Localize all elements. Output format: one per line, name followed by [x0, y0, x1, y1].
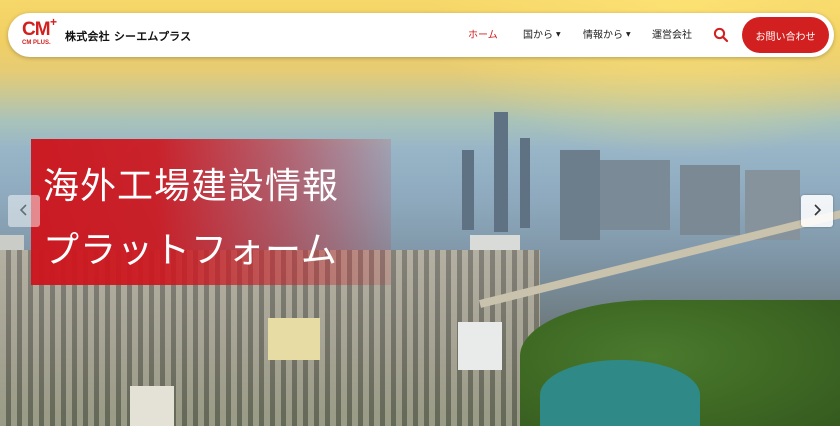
- contact-button-label: お問い合わせ: [755, 31, 816, 43]
- company-name[interactable]: 株式会社 シーエムプラス: [65, 28, 191, 44]
- logo-subtext: CM PLUS.: [22, 40, 51, 46]
- nav-by-info-label: 情報から: [583, 30, 623, 41]
- nav-home[interactable]: ホーム: [468, 26, 498, 41]
- skyline-tower: [680, 165, 740, 235]
- chevron-left-icon: [18, 202, 30, 221]
- carousel-next-button[interactable]: [801, 195, 833, 227]
- skyline-tower: [130, 386, 174, 426]
- skyline-tower: [520, 138, 530, 228]
- nav-operating-company-label: 運営会社: [652, 30, 692, 41]
- hero-title-banner: 海外工場建設情報 プラットフォーム: [31, 139, 391, 285]
- nav-by-country-label: 国から: [523, 30, 553, 41]
- lake: [540, 360, 700, 426]
- logo-plus: +: [50, 15, 58, 29]
- caret-down-icon: ▼: [556, 31, 561, 38]
- skyline-tower: [268, 318, 320, 360]
- skyline-tower: [600, 160, 670, 230]
- nav-by-info[interactable]: 情報から ▼: [583, 26, 631, 41]
- site-header: CM + CM PLUS. 株式会社 シーエムプラス ホーム 国から ▼ 情報から…: [8, 13, 834, 57]
- skyline-tower: [560, 150, 600, 240]
- logo-mark: CM: [22, 19, 51, 40]
- nav-home-label: ホーム: [468, 30, 498, 41]
- skyline-tower: [462, 150, 474, 230]
- hero-title-line-2: プラットフォーム: [43, 230, 338, 271]
- contact-button[interactable]: お問い合わせ: [742, 17, 829, 53]
- chevron-right-icon: [811, 202, 823, 221]
- cm-plus-logo[interactable]: CM + CM PLUS.: [22, 15, 58, 51]
- nav-operating-company[interactable]: 運営会社: [652, 26, 692, 41]
- caret-down-icon: ▼: [626, 31, 631, 38]
- skyline-tower: [494, 112, 508, 232]
- hero-title-line-1: 海外工場建設情報: [43, 166, 340, 207]
- carousel-prev-button[interactable]: [8, 195, 40, 227]
- search-icon[interactable]: [713, 27, 729, 43]
- skyline-tower: [458, 322, 502, 370]
- nav-by-country[interactable]: 国から ▼: [523, 26, 561, 41]
